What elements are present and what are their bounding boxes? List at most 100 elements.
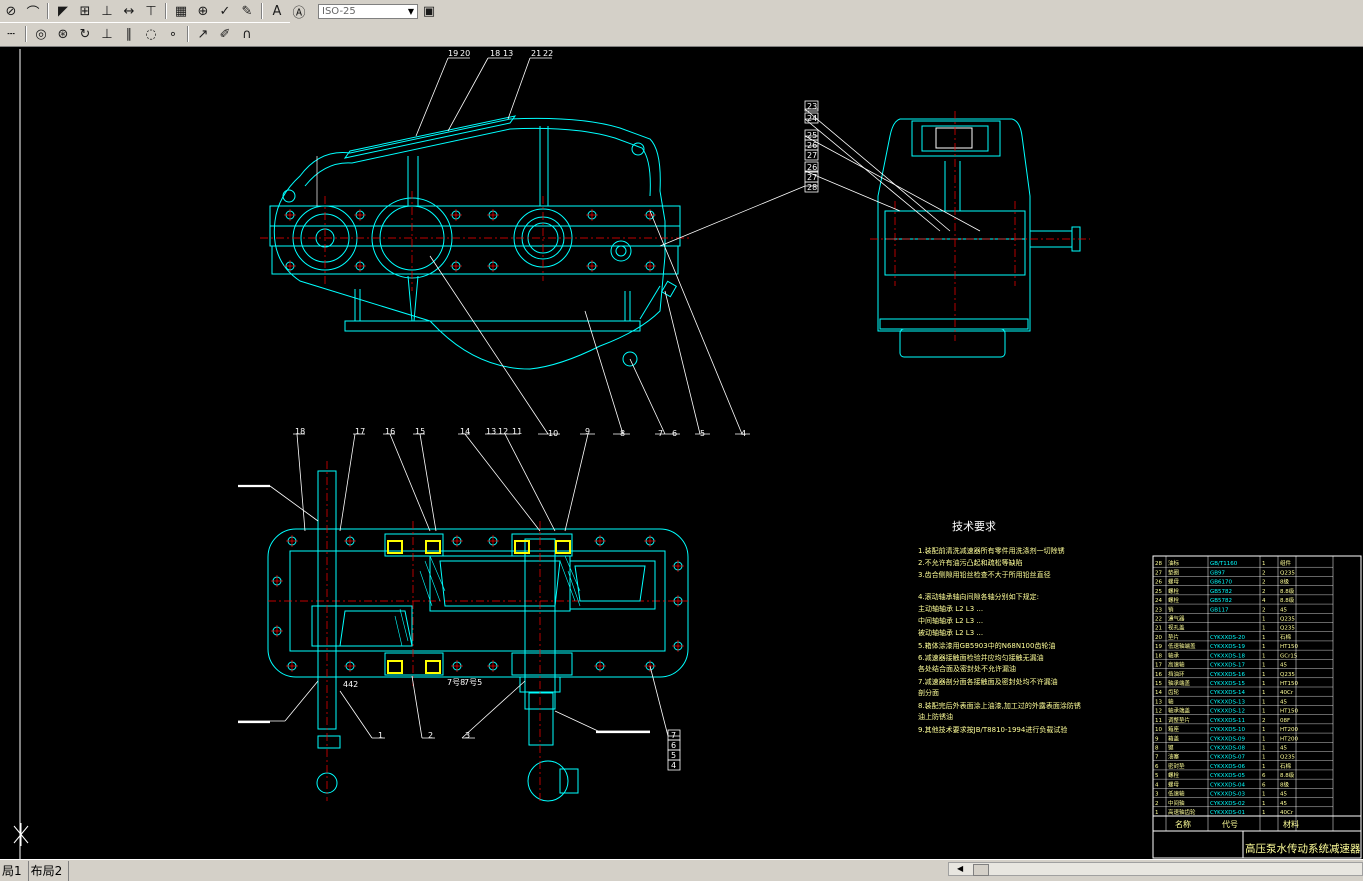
measure-icon[interactable]: ⌒: [22, 1, 44, 21]
tech-line-15: 9.其他技术要求按JB/T8810-1994进行负载试验: [918, 725, 1067, 734]
tb-cell: GB97: [1210, 570, 1226, 576]
tb-cell: 轴承端盖: [1168, 679, 1191, 687]
tb-cell: 1: [1262, 690, 1266, 696]
text-icon[interactable]: A: [266, 1, 288, 21]
tb-cell: 6: [1262, 782, 1266, 788]
edit-pen-icon[interactable]: ✐: [214, 24, 236, 44]
target-icon[interactable]: ⊛: [52, 24, 74, 44]
grid-icon[interactable]: ▦: [170, 1, 192, 21]
check-icon[interactable]: ✓: [214, 1, 236, 21]
tb-cell: 2: [1262, 589, 1266, 595]
tb-cell: 15: [1155, 681, 1162, 687]
dimstyle-select[interactable]: ISO-25 ▼: [318, 3, 418, 19]
tb-cell: 1: [1262, 681, 1266, 687]
tb-cell: 2: [1262, 580, 1266, 586]
side-centerlines: [870, 111, 1090, 341]
tb-cell: 6: [1155, 764, 1159, 770]
tb-cell: 轴: [1168, 697, 1174, 705]
tech-line-1: 1.装配前清洗减速器所有零件用洗涤剂一切除锈: [918, 546, 1065, 555]
tb-cell: 油标: [1168, 559, 1180, 567]
tb-cell: GB117: [1210, 607, 1229, 613]
tb-cell: 16: [1155, 672, 1162, 678]
tb-cell: 12: [1155, 709, 1162, 715]
dash-icon[interactable]: ┄: [0, 24, 22, 44]
stretch-icon[interactable]: ↗: [192, 24, 214, 44]
dim-tree-icon[interactable]: ⊤: [140, 1, 162, 21]
chevron-down-icon[interactable]: ▼: [408, 7, 414, 16]
tb-cell: 5: [1155, 773, 1159, 779]
group-icon[interactable]: ◌: [140, 24, 162, 44]
pen-icon[interactable]: ✎: [236, 1, 258, 21]
tb-cell: 组件: [1280, 559, 1292, 567]
tb-cell: 1: [1262, 653, 1266, 659]
tb-cell: 1: [1262, 561, 1266, 567]
tb-cell: 1: [1155, 810, 1159, 816]
dimension-icon[interactable]: ↔: [118, 1, 140, 21]
callout-13: 13: [503, 49, 513, 58]
tb-cell: 23: [1155, 607, 1162, 613]
tb-cell: 40Cr: [1280, 810, 1294, 816]
tb-cell: 通气器: [1168, 615, 1185, 623]
plan-callout-16: 16: [385, 427, 395, 436]
tb-cell: 13: [1155, 699, 1162, 705]
callout-21: 21: [531, 49, 541, 58]
center-mark-icon[interactable]: ⊕: [192, 1, 214, 21]
tb-cell: 2: [1262, 718, 1266, 724]
rotate-icon[interactable]: ↻: [74, 24, 96, 44]
tb-cell: 1: [1262, 764, 1266, 770]
tb-cell: 14: [1155, 690, 1162, 696]
tech-line-10: 各处结合面及密封处不允许漏油: [918, 664, 1016, 673]
tb-cell: GB5782: [1210, 589, 1232, 595]
tb-cell: 1: [1262, 663, 1266, 669]
tb-cell: CYKXXDS-13: [1210, 699, 1245, 705]
horizontal-scrollbar[interactable]: ◀: [948, 862, 1363, 876]
tb-cell: CYKXXDS-17: [1210, 663, 1245, 669]
plan-callout-14: 14: [460, 427, 470, 436]
parallel-icon[interactable]: ∥: [118, 24, 140, 44]
tech-line-14: 油上防锈油: [918, 712, 953, 721]
tb-cell: 螺栓: [1168, 587, 1180, 595]
tab-layout1[interactable]: 局1: [0, 861, 29, 881]
plan-callout-15: 15: [415, 427, 425, 436]
align-icon[interactable]: ⊥: [96, 1, 118, 21]
style-icon[interactable]: ▣: [418, 1, 440, 21]
status-tabs-bar: 局1 布局2 ◀: [0, 859, 1363, 881]
dim-442: 442: [343, 680, 358, 689]
toolbar-separator: [47, 3, 49, 19]
point-icon[interactable]: ∘: [162, 24, 184, 44]
tb-cell: 销: [1168, 605, 1174, 613]
snap-icon[interactable]: ◤: [52, 1, 74, 21]
table-icon[interactable]: ⊞: [74, 1, 96, 21]
tab-layout2[interactable]: 布局2: [29, 861, 70, 881]
dim-7o8: 7号8: [447, 678, 465, 687]
callout-18: 18: [490, 49, 500, 58]
tech-line-5: 主动轴轴承 L2 L3 ...: [918, 604, 983, 613]
edit-text-icon[interactable]: Ⓐ: [288, 1, 310, 21]
callout-27: 27: [807, 151, 817, 160]
tb-cell: 4: [1155, 782, 1159, 788]
tb-cell: 石棉: [1280, 633, 1292, 641]
tb-cell: 8.8级: [1280, 587, 1295, 595]
scroll-left-icon[interactable]: ◀: [957, 864, 963, 873]
tb-cell: CYKXXDS-02: [1210, 801, 1245, 807]
tb-cell: 低速轴: [1168, 790, 1185, 798]
tb-cell: 齿轮: [1168, 688, 1180, 696]
zoom-all-icon[interactable]: ⊘: [0, 1, 22, 21]
callout-8: 8: [620, 429, 625, 438]
tb-cell: Q235: [1280, 617, 1295, 623]
cad-drawing: 19 20 18 13 21 22 23 24 25 26 27 26 27 2…: [13, 49, 1362, 859]
magnet-icon[interactable]: ∩: [236, 24, 258, 44]
dimstyle-value: ISO-25: [322, 5, 356, 17]
tb-cell: 螺栓: [1168, 771, 1180, 779]
tb-cell: 1: [1262, 644, 1266, 650]
tb-cell: 25: [1155, 589, 1162, 595]
perpendicular-icon[interactable]: ⊥: [96, 24, 118, 44]
tb-cell: 1: [1262, 617, 1266, 623]
tb-cell: 2: [1262, 570, 1266, 576]
plan-callout-6: 6: [671, 741, 676, 750]
circle-dot-icon[interactable]: ◎: [30, 24, 52, 44]
scroll-thumb[interactable]: [973, 864, 989, 876]
drawing-canvas[interactable]: 19 20 18 13 21 22 23 24 25 26 27 26 27 2…: [0, 46, 1363, 860]
tb-cell: 1: [1262, 626, 1266, 632]
tb-cell: 11: [1155, 718, 1162, 724]
